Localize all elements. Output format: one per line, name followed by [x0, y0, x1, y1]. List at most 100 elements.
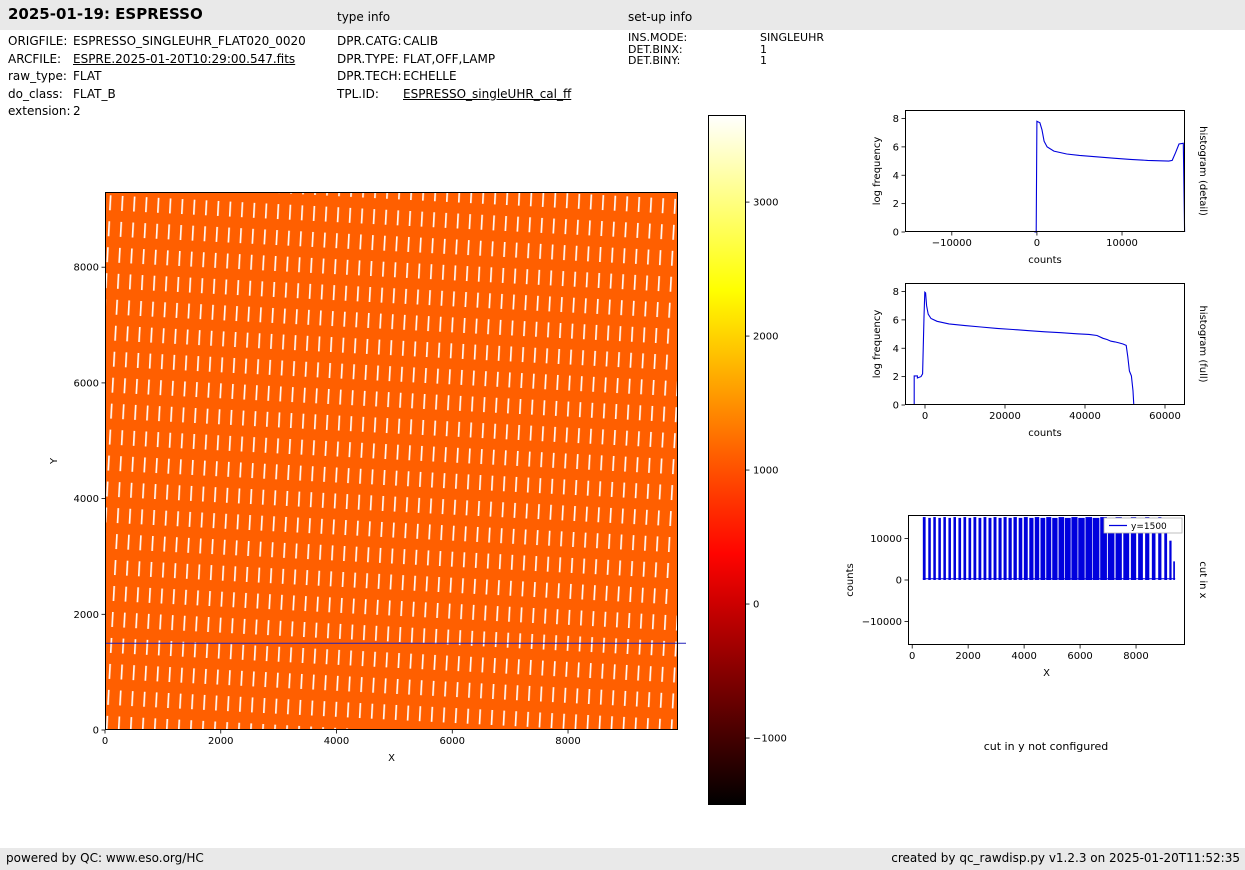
svg-text:−10000: −10000: [862, 617, 902, 628]
svg-text:6: 6: [893, 315, 899, 326]
field-label: raw_type:: [8, 69, 67, 83]
svg-text:0: 0: [922, 411, 928, 422]
svg-text:log frequency: log frequency: [872, 137, 883, 206]
svg-text:−10000: −10000: [932, 238, 972, 249]
svg-text:4000: 4000: [74, 494, 99, 505]
svg-text:histogram (full): histogram (full): [1197, 305, 1208, 382]
svg-text:4000: 4000: [1011, 651, 1036, 662]
svg-text:8000: 8000: [1123, 651, 1148, 662]
svg-text:0: 0: [909, 651, 915, 662]
footer-powered-by: powered by QC: www.eso.org/HC: [6, 851, 204, 865]
field-label: extension:: [8, 104, 71, 118]
type-info-block: DPR.CATG:CALIB DPR.TYPE: FLAT,OFF,LAMP DP…: [337, 33, 571, 103]
svg-text:6: 6: [893, 142, 899, 153]
svg-text:cut in x: cut in x: [1197, 561, 1208, 598]
svg-text:8000: 8000: [555, 736, 580, 747]
field-value: FLAT_B: [73, 86, 116, 101]
setup-info-row: DET.BINY: 1: [628, 55, 824, 67]
arcfile-link[interactable]: ESPRE.2025-01-20T10:29:00.547.fits: [73, 52, 295, 66]
svg-text:4000: 4000: [324, 736, 349, 747]
svg-text:Y: Y: [49, 457, 60, 465]
svg-text:log frequency: log frequency: [872, 310, 883, 379]
field-value: SINGLEUHR: [760, 31, 825, 44]
svg-text:counts: counts: [1028, 428, 1061, 439]
svg-text:8: 8: [893, 287, 899, 298]
colorbar: 3000 2000 1000 0 −1000: [708, 115, 787, 805]
svg-text:−1000: −1000: [753, 734, 787, 745]
field-label: TPL.ID:: [337, 86, 379, 101]
svg-text:2000: 2000: [753, 332, 778, 343]
field-label: ORIGFILE:: [8, 34, 68, 48]
svg-text:2: 2: [893, 372, 899, 383]
type-info-heading: type info: [337, 10, 391, 24]
svg-text:0: 0: [753, 600, 759, 611]
field-value: 1: [760, 54, 767, 67]
svg-text:y=1500: y=1500: [1131, 522, 1167, 532]
file-info-row: extension: 2: [8, 103, 306, 121]
field-label: DPR.TECH:: [337, 69, 402, 83]
file-info-block: ORIGFILE: ESPRESSO_SINGLEUHR_FLAT020_0020…: [8, 33, 306, 121]
svg-text:40000: 40000: [1069, 411, 1101, 422]
svg-text:0: 0: [896, 576, 902, 587]
svg-text:0: 0: [893, 401, 899, 412]
header-bar: 2025-01-19: ESPRESSO type info set-up in…: [0, 0, 1245, 30]
qc-report-page: 2025-01-19: ESPRESSO type info set-up in…: [0, 0, 1245, 870]
field-value: ESPRESSO_SINGLEUHR_FLAT020_0020: [73, 34, 306, 48]
svg-text:2000: 2000: [208, 736, 233, 747]
setup-info-row: INS.MODE: SINGLEUHR: [628, 32, 824, 44]
svg-text:1000: 1000: [753, 466, 778, 477]
svg-text:10000: 10000: [1106, 238, 1138, 249]
svg-text:10000: 10000: [870, 534, 902, 545]
svg-text:4: 4: [893, 344, 899, 355]
file-info-row: do_class: FLAT_B: [8, 86, 306, 104]
tpl-id-link[interactable]: ESPRESSO_singleUHR_cal_ff: [403, 87, 571, 101]
field-label: DPR.CATG:: [337, 34, 402, 48]
field-label: do_class:: [8, 86, 63, 101]
svg-text:X: X: [1043, 668, 1050, 679]
type-info-row: DPR.CATG:CALIB: [337, 33, 571, 51]
page-title: 2025-01-19: ESPRESSO: [8, 5, 203, 23]
svg-text:counts: counts: [845, 563, 856, 596]
svg-text:2000: 2000: [955, 651, 980, 662]
histogram-full-plot: 0 20000 40000 60000 0 2 4 6 8 counts log frequency…: [872, 283, 1208, 439]
field-label: INS.MODE:: [628, 31, 688, 44]
field-value: CALIB: [403, 34, 439, 48]
file-info-row: ORIGFILE: ESPRESSO_SINGLEUHR_FLAT020_0020: [8, 33, 306, 51]
cut-in-y-note: cut in y not configured: [983, 740, 1109, 753]
svg-text:0: 0: [893, 228, 899, 239]
svg-text:0: 0: [93, 726, 99, 737]
svg-text:histogram (detail): histogram (detail): [1197, 126, 1208, 216]
svg-text:3000: 3000: [753, 198, 778, 209]
file-info-row: raw_type: FLAT: [8, 68, 306, 86]
svg-text:20000: 20000: [989, 411, 1021, 422]
svg-text:6000: 6000: [440, 736, 465, 747]
svg-text:0: 0: [1034, 238, 1040, 249]
field-value: FLAT: [73, 69, 102, 83]
svg-text:X: X: [388, 753, 395, 764]
svg-text:2000: 2000: [74, 610, 99, 621]
file-info-row: ARCFILE: ESPRE.2025-01-20T10:29:00.547.fi…: [8, 51, 306, 69]
footer-created-by: created by qc_rawdisp.py v1.2.3 on 2025-…: [891, 851, 1240, 865]
setup-info-heading: set-up info: [628, 10, 693, 24]
svg-text:4: 4: [893, 171, 899, 182]
field-label: DET.BINY:: [628, 54, 681, 67]
svg-text:8: 8: [893, 114, 899, 125]
field-label: DPR.TYPE:: [337, 51, 399, 66]
svg-text:6000: 6000: [1067, 651, 1092, 662]
type-info-row: DPR.TYPE: FLAT,OFF,LAMP: [337, 51, 571, 69]
field-value: FLAT,OFF,LAMP: [403, 51, 496, 66]
svg-text:6000: 6000: [74, 378, 99, 389]
svg-text:8000: 8000: [74, 263, 99, 274]
svg-text:0: 0: [102, 736, 108, 747]
svg-text:2: 2: [893, 199, 899, 210]
raw-image-plot: 0 2000 4000 6000 8000 0 2000 4000 6000 8000 X Y: [49, 192, 686, 764]
svg-text:counts: counts: [1028, 255, 1061, 266]
field-value: 2: [73, 104, 81, 118]
histogram-detail-plot: −10000 0 10000 0 2 4 6 8 counts log frequency hist…: [872, 110, 1208, 266]
footer-bar: powered by QC: www.eso.org/HC created by…: [0, 848, 1245, 870]
cut-in-x-plot: 0 2000 4000 6000 8000 −10000 0 10000 Xcounts cut …: [845, 515, 1208, 679]
type-info-row: DPR.TECH:ECHELLE: [337, 68, 571, 86]
field-label: ARCFILE:: [8, 51, 62, 66]
svg-text:60000: 60000: [1149, 411, 1181, 422]
type-info-row: TPL.ID: ESPRESSO_singleUHR_cal_ff: [337, 86, 571, 104]
